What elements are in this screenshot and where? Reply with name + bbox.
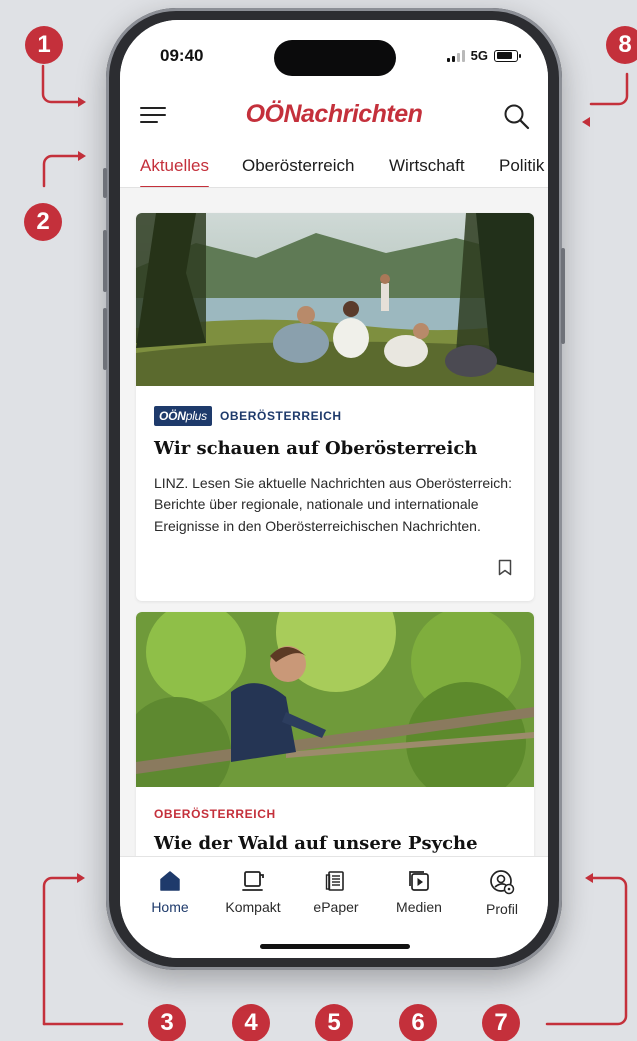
battery-icon: [494, 49, 521, 62]
article-headline[interactable]: Wir schauen auf Oberösterreich: [154, 438, 516, 461]
home-indicator: [260, 944, 410, 949]
nav-label-medien: Medien: [396, 899, 442, 915]
media-play-icon: [409, 871, 429, 891]
status-time: 09:40: [160, 46, 204, 65]
tab-oberoesterreich[interactable]: Oberösterreich: [242, 156, 354, 176]
network-label: 5G: [470, 48, 488, 63]
nav-kompakt[interactable]: Kompakt: [215, 869, 291, 915]
tab-aktuelles[interactable]: Aktuelles: [140, 156, 209, 187]
nav-home[interactable]: Home: [132, 869, 208, 915]
nav-epaper[interactable]: ePaper: [298, 869, 374, 915]
article-meta: OÖNplus OBERÖSTERREICH: [154, 406, 534, 426]
callout-badge-7: 7: [482, 1004, 520, 1041]
callout-badge-1: 1: [25, 26, 63, 64]
side-button: [103, 168, 107, 198]
status-indicators: 5G: [446, 48, 521, 63]
bookmark-icon[interactable]: [498, 559, 512, 576]
category-tabs: Aktuelles Oberösterreich Wirtschaft Poli…: [120, 148, 548, 188]
epaper-icon: [325, 871, 344, 891]
signal-icon: [446, 49, 465, 62]
tab-wirtschaft[interactable]: Wirtschaft: [389, 156, 465, 176]
dynamic-island: [274, 40, 396, 76]
article-teaser: LINZ. Lesen Sie aktuelle Nachrichten aus…: [154, 474, 512, 534]
nav-label-home: Home: [151, 899, 189, 915]
nav-profil[interactable]: Profil: [464, 869, 540, 917]
callout-badge-8: 8: [606, 26, 637, 64]
search-icon[interactable]: [502, 102, 532, 132]
volume-down-button: [103, 308, 107, 370]
app-screen: 09:40 5G OÖNachrichten Aktuelles Oberöst…: [120, 20, 548, 958]
volume-up-button: [103, 230, 107, 292]
profile-settings-icon: [490, 870, 515, 895]
callout-badge-2: 2: [24, 203, 62, 241]
nav-label-kompakt: Kompakt: [225, 899, 281, 915]
phone-frame: 09:40 5G OÖNachrichten Aktuelles Oberöst…: [103, 8, 565, 970]
app-logo[interactable]: OÖNachrichten: [120, 100, 548, 129]
article-kicker: OBERÖSTERREICH: [154, 807, 276, 821]
callout-badge-5: 5: [315, 1004, 353, 1041]
callout-badge-6: 6: [399, 1004, 437, 1041]
power-button: [561, 248, 565, 344]
callout-badge-3: 3: [148, 1004, 186, 1041]
home-icon: [160, 871, 180, 891]
kompakt-icon: [242, 871, 264, 891]
article-meta: OBERÖSTERREICH: [154, 807, 534, 821]
callout-badge-4: 4: [232, 1004, 270, 1041]
article-image: [136, 213, 534, 386]
nav-label-epaper: ePaper: [313, 899, 359, 915]
bottom-navigation: Home Kompakt ePaper Medien Profil: [120, 856, 548, 958]
nav-medien[interactable]: Medien: [381, 869, 457, 915]
app-header: OÖNachrichten: [120, 86, 548, 148]
article-card[interactable]: OÖNplus OBERÖSTERREICH Wir schauen auf O…: [136, 213, 534, 601]
article-card[interactable]: OBERÖSTERREICH Wie der Wald auf unsere P…: [136, 612, 534, 872]
nav-label-profil: Profil: [486, 901, 518, 917]
article-image: [136, 612, 534, 787]
oon-plus-badge: OÖNplus: [154, 406, 212, 426]
article-kicker: OBERÖSTERREICH: [219, 409, 342, 423]
tab-politik[interactable]: Politik: [499, 156, 544, 176]
